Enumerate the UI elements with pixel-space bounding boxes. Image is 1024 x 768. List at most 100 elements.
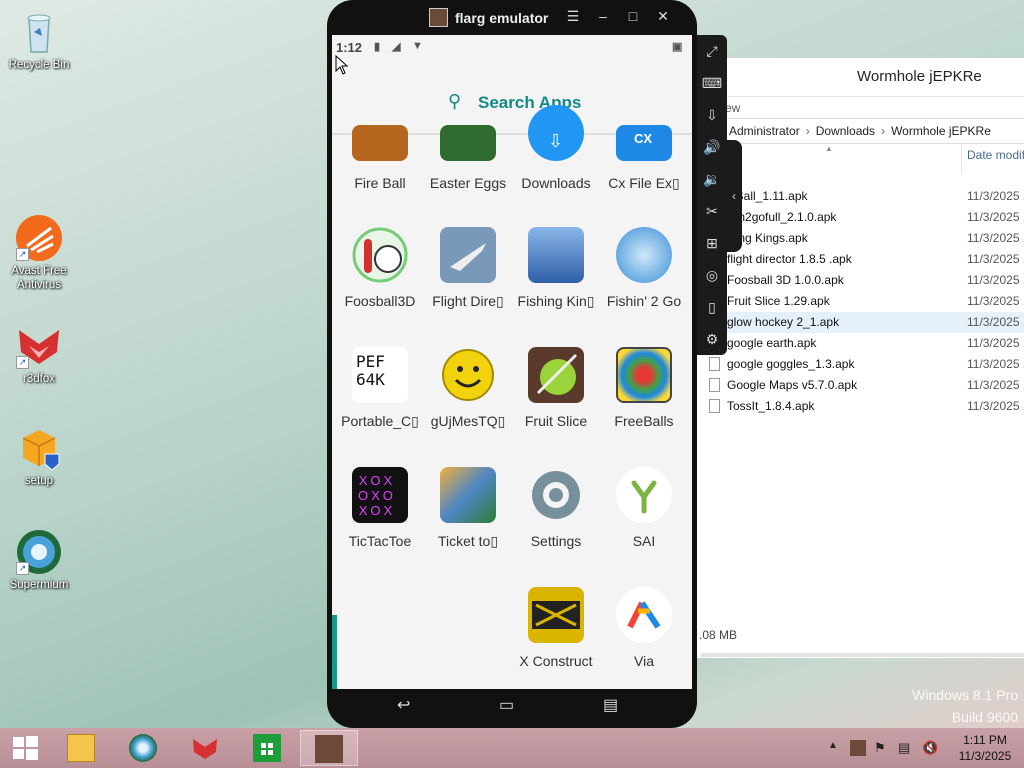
foosball3d-icon	[352, 227, 408, 283]
file-date: 11/3/2025 1	[967, 399, 1024, 413]
file-date: 11/3/2025 1	[967, 252, 1024, 266]
watermark-line1: Windows 8.1 Pro	[912, 687, 1018, 703]
desktop-icon-avast[interactable]: ↗ Avast Free Antivirus	[1, 214, 77, 292]
app-freeballs[interactable]: FreeBalls	[600, 347, 688, 467]
flight-director-icon	[440, 227, 496, 283]
smiley-icon	[440, 347, 496, 403]
desktop-icon-recycle-bin[interactable]: Recycle Bin	[1, 8, 77, 72]
close-icon[interactable]: ✕	[653, 8, 673, 25]
menu-icon[interactable]: ☰	[563, 8, 583, 25]
column-divider	[961, 144, 962, 174]
app-fishin-2-go[interactable]: Fishin' 2 Go	[600, 227, 688, 347]
via-icon	[616, 587, 672, 643]
app-label: Ticket to▯	[437, 533, 499, 549]
file-row[interactable]: eBall_1.11.apk 11/3/2025 1	[695, 186, 1024, 207]
action-center-flag-icon[interactable]: ⚑	[874, 740, 886, 756]
app-gujmestq[interactable]: gUjMesTQ▯	[424, 347, 512, 467]
app-downloads[interactable]: ⇩ Downloads	[512, 105, 600, 233]
app-label: Foosball3D	[344, 293, 416, 309]
screenshot-cut-icon[interactable]: ✂	[700, 199, 724, 223]
file-row[interactable]: Fruit Slice 1.29.apk 11/3/2025 1	[695, 291, 1024, 312]
taskbar-file-explorer[interactable]	[52, 730, 110, 766]
app-fruit-slice[interactable]: Fruit Slice	[512, 347, 600, 467]
home-icon[interactable]: ▭	[499, 695, 514, 715]
breadcrumb[interactable]: Administrator › Downloads › Wormhole jEPKRe	[695, 118, 1024, 144]
app-cx-file-explorer[interactable]: CX Cx File Ex▯	[600, 113, 688, 233]
show-hidden-icons-icon[interactable]: ▲	[828, 740, 838, 751]
column-header[interactable]: ▲ Date modif	[695, 144, 1024, 174]
volume-muted-icon[interactable]: 🔇	[922, 740, 938, 756]
signal-icon: ◢	[392, 41, 401, 53]
file-row[interactable]: hing Kings.apk 11/3/2025 1	[695, 228, 1024, 249]
network-icon[interactable]: ▤	[898, 740, 910, 756]
shake-icon[interactable]: ▯	[700, 295, 724, 319]
taskbar-clock[interactable]: 1:11 PM 11/3/2025	[950, 732, 1020, 764]
app-sai[interactable]: SAI	[600, 467, 688, 587]
app-x-construct[interactable]: X Construct	[512, 587, 600, 689]
multi-instance-icon[interactable]: ⊞	[700, 231, 724, 255]
emulator-titlebar[interactable]: flarg emulator ☰ – □ ✕	[327, 0, 697, 35]
search-icon: ⚲	[448, 91, 462, 111]
flarg-tray-icon[interactable]	[850, 740, 866, 756]
minimize-icon[interactable]: –	[593, 8, 613, 24]
install-apk-icon[interactable]: ⇩	[700, 103, 724, 127]
file-row[interactable]: ain2gofull_2.1.0.apk 11/3/2025 1	[695, 207, 1024, 228]
shortcut-arrow-icon: ↗	[16, 248, 29, 261]
app-tictactoe[interactable]: XOX OXO XOX TicTacToe	[336, 467, 424, 587]
file-row-selected[interactable]: glow hockey 2_1.apk 11/3/2025 1	[695, 312, 1024, 333]
app-fire-ball[interactable]: Fire Ball	[336, 113, 424, 233]
location-icon[interactable]: ◎	[700, 263, 724, 287]
toolbar-collapse-tab[interactable]: ‹	[726, 140, 742, 252]
app-via[interactable]: Via	[600, 587, 688, 689]
file-row[interactable]: google earth.apk 11/3/2025 1	[695, 333, 1024, 354]
breadcrumb-item[interactable]: Downloads	[816, 124, 875, 138]
app-foosball3d[interactable]: Foosball3D	[336, 227, 424, 347]
breadcrumb-item[interactable]: Administrator	[729, 124, 800, 138]
recents-icon[interactable]: ▤	[603, 695, 618, 715]
back-icon[interactable]: ↩	[397, 695, 410, 715]
app-fishing-kings[interactable]: Fishing Kin▯	[512, 227, 600, 347]
maximize-icon[interactable]: □	[623, 8, 643, 24]
file-icon	[709, 378, 720, 392]
file-row[interactable]: google goggles_1.3.apk 11/3/2025 1	[695, 354, 1024, 375]
downloads-icon: ⇩	[528, 105, 584, 161]
file-row[interactable]: TossIt_1.8.4.apk 11/3/2025 1	[695, 396, 1024, 417]
app-flight-director[interactable]: Flight Dire▯	[424, 227, 512, 347]
settings-gear-icon[interactable]: ⚙	[700, 327, 724, 351]
supermium-icon	[129, 734, 157, 762]
file-name: Google Maps v5.7.0.apk	[727, 378, 858, 392]
file-name: ain2gofull_2.1.0.apk	[729, 210, 837, 224]
app-portable-c[interactable]: PEF 64K Portable_C▯	[336, 347, 424, 467]
app-settings[interactable]: Settings	[512, 467, 600, 587]
file-name: Foosball 3D 1.0.0.apk	[727, 273, 844, 287]
file-row[interactable]: flight director 1.8.5 .apk 11/3/2025 1	[695, 249, 1024, 270]
explorer-ribbon-view[interactable]: ew	[695, 96, 1024, 118]
desktop-icon-r3dfox[interactable]: ↗ r3dfox	[1, 322, 77, 386]
column-date-modified[interactable]: Date modif	[967, 148, 1024, 162]
horizontal-scrollbar[interactable]	[701, 653, 1024, 657]
file-icon	[709, 399, 720, 413]
file-name: TossIt_1.8.4.apk	[727, 399, 815, 413]
windows-watermark: Windows 8.1 Pro Build 9600	[912, 684, 1018, 728]
fullscreen-icon[interactable]: ⤢	[700, 39, 724, 63]
start-button[interactable]	[0, 730, 50, 766]
taskbar-r3dfox[interactable]	[176, 730, 234, 766]
taskbar-flarg-emulator[interactable]	[300, 730, 358, 766]
app-ticket-to[interactable]: Ticket to▯	[424, 467, 512, 587]
volume-down-icon[interactable]: 🔉	[700, 167, 724, 191]
file-row[interactable]: Google Maps v5.7.0.apk 11/3/2025 1	[695, 375, 1024, 396]
breadcrumb-item[interactable]: Wormhole jEPKRe	[891, 124, 991, 138]
app-label: TicTacToe	[348, 533, 412, 549]
taskbar-supermium[interactable]	[114, 730, 172, 766]
file-row[interactable]: Foosball 3D 1.0.0.apk 11/3/2025 1	[695, 270, 1024, 291]
desktop-icon-supermium[interactable]: ↗ Supermium	[1, 528, 77, 592]
taskbar-store[interactable]	[238, 730, 296, 766]
battery-icon: ▮	[374, 41, 381, 53]
app-easter-eggs[interactable]: Easter Eggs	[424, 113, 512, 233]
desktop-icon-label: r3dfox	[23, 373, 55, 385]
file-date: 11/3/2025 1	[967, 231, 1024, 245]
volume-up-icon[interactable]: 🔊	[700, 135, 724, 159]
keyboard-icon[interactable]: ⌨	[700, 71, 724, 95]
file-date: 11/3/2025 1	[967, 294, 1024, 308]
desktop-icon-setup[interactable]: setup	[1, 424, 77, 488]
